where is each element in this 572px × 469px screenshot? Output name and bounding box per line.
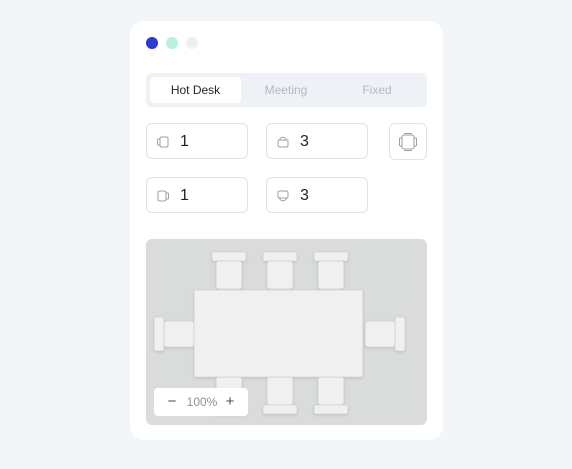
configurator-card: Hot Desk Meeting Fixed 1 3 1 3 − 100% + [130,21,443,440]
top-chairs-value: 3 [300,133,309,150]
chair-top-1 [211,251,247,290]
chair-top-icon [277,136,289,148]
window-dot-mint [166,37,178,49]
chair-left [153,316,195,352]
chair-side-icon [157,136,169,148]
bottom-chairs-field[interactable]: 3 [266,177,368,213]
layout-preview[interactable]: − 100% + [146,239,427,425]
bottom-chairs-value: 3 [300,187,309,204]
chair-bottom-3 [313,376,349,415]
table-layout-icon [399,133,417,151]
tab-hot-desk[interactable]: Hot Desk [150,77,241,103]
right-chairs-field[interactable]: 1 [146,177,248,213]
zoom-level: 100% [186,395,218,409]
chair-right [364,316,406,352]
chair-top-3 [313,251,349,290]
chair-bottom-2 [262,376,298,415]
zoom-out-button[interactable]: − [162,388,182,416]
chair-top-2 [262,251,298,290]
chair-bottom-icon [277,190,289,202]
zoom-in-button[interactable]: + [220,388,240,416]
left-chairs-field[interactable]: 1 [146,123,248,159]
top-chairs-field[interactable]: 3 [266,123,368,159]
window-dot-gray [186,37,198,49]
tab-fixed[interactable]: Fixed [331,77,423,103]
table-top [193,289,364,378]
chair-right-icon [157,190,169,202]
table-layout-button[interactable] [389,123,427,160]
layout-tabs: Hot Desk Meeting Fixed [146,73,427,107]
right-chairs-value: 1 [180,187,189,204]
window-dot-blue [146,37,158,49]
tab-meeting[interactable]: Meeting [241,77,331,103]
left-chairs-value: 1 [180,133,189,150]
zoom-control: − 100% + [154,388,248,416]
